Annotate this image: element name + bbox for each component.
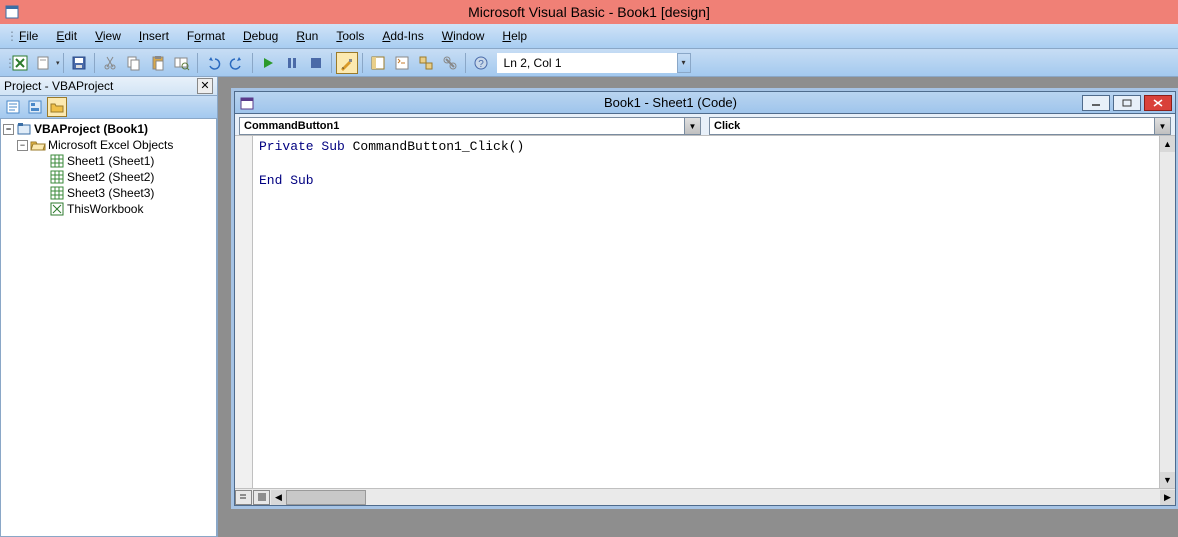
project-explorer-button[interactable] xyxy=(367,52,389,74)
project-tree[interactable]: − VBAProject (Book1) − Microsoft Excel O… xyxy=(0,119,217,537)
full-module-view-button[interactable] xyxy=(253,490,270,505)
tree-item-thisworkbook[interactable]: ThisWorkbook xyxy=(1,201,216,217)
properties-button[interactable] xyxy=(391,52,413,74)
code-window-bottom: ◀ ▶ xyxy=(235,488,1175,505)
redo-button[interactable] xyxy=(226,52,248,74)
object-dropdown[interactable]: CommandButton1 ▼ xyxy=(239,117,701,135)
project-explorer-header: Project - VBAProject ✕ xyxy=(0,77,217,96)
app-title: Microsoft Visual Basic - Book1 [design] xyxy=(24,4,1154,20)
minimize-button[interactable] xyxy=(1082,95,1110,111)
app-icon xyxy=(0,4,24,20)
horizontal-scrollbar[interactable]: ◀ ▶ xyxy=(271,490,1175,505)
menu-format[interactable]: Format xyxy=(178,26,234,46)
cut-button[interactable] xyxy=(99,52,121,74)
menu-addins[interactable]: Add-Ins xyxy=(373,26,432,46)
code-editor[interactable]: Private Sub CommandButton1_Click() End S… xyxy=(235,136,1175,488)
insert-module-button[interactable] xyxy=(33,52,55,74)
code-text[interactable]: Private Sub CommandButton1_Click() End S… xyxy=(253,136,1159,488)
procedure-dropdown[interactable]: Click ▼ xyxy=(709,117,1171,135)
break-button[interactable] xyxy=(281,52,303,74)
toolbar: ⋮ ▾ ? Ln 2, Col 1 ▾ xyxy=(0,49,1178,77)
menu-insert[interactable]: Insert xyxy=(130,26,178,46)
svg-text:?: ? xyxy=(478,59,484,70)
run-button[interactable] xyxy=(257,52,279,74)
copy-button[interactable] xyxy=(123,52,145,74)
undo-button[interactable] xyxy=(202,52,224,74)
tree-item-sheet2[interactable]: Sheet2 (Sheet2) xyxy=(1,169,216,185)
code-window-titlebar[interactable]: Book1 - Sheet1 (Code) xyxy=(235,92,1175,114)
maximize-button[interactable] xyxy=(1113,95,1141,111)
menu-help[interactable]: Help xyxy=(493,26,536,46)
tree-item-sheet1[interactable]: Sheet1 (Sheet1) xyxy=(1,153,216,169)
menu-tools[interactable]: Tools xyxy=(327,26,373,46)
workbook-icon xyxy=(49,201,65,217)
sheet-icon xyxy=(49,185,65,201)
menu-window[interactable]: Window xyxy=(433,26,494,46)
help-button[interactable]: ? xyxy=(470,52,492,74)
collapse-icon[interactable]: − xyxy=(17,140,28,151)
sheet-icon xyxy=(49,153,65,169)
project-explorer-toolbar xyxy=(0,96,217,119)
project-explorer-title: Project - VBAProject xyxy=(4,79,113,93)
find-button[interactable] xyxy=(171,52,193,74)
insert-dropdown-icon[interactable]: ▾ xyxy=(56,59,60,67)
code-window-icon xyxy=(235,95,259,111)
menu-file[interactable]: File xyxy=(10,26,47,46)
toolbox-button[interactable] xyxy=(439,52,461,74)
workspace: Project - VBAProject ✕ − VBAProject (Boo… xyxy=(0,77,1178,537)
paste-button[interactable] xyxy=(147,52,169,74)
view-excel-button[interactable] xyxy=(9,52,31,74)
collapse-icon[interactable]: − xyxy=(3,124,14,135)
scroll-thumb[interactable] xyxy=(286,490,366,505)
code-margin xyxy=(235,136,253,488)
project-icon xyxy=(16,121,32,137)
code-window-title: Book1 - Sheet1 (Code) xyxy=(259,95,1082,110)
scroll-right-icon[interactable]: ▶ xyxy=(1160,490,1175,505)
vertical-scrollbar[interactable]: ▲ ▼ xyxy=(1159,136,1175,488)
window-buttons xyxy=(1082,95,1172,111)
toggle-folders-button[interactable] xyxy=(47,97,67,117)
chevron-down-icon[interactable]: ▼ xyxy=(684,118,700,134)
close-button[interactable] xyxy=(1144,95,1172,111)
menu-debug[interactable]: Debug xyxy=(234,26,287,46)
object-browser-button[interactable] xyxy=(415,52,437,74)
menu-run[interactable]: Run xyxy=(287,26,327,46)
menu-edit[interactable]: Edit xyxy=(47,26,86,46)
code-window: Book1 - Sheet1 (Code) CommandButton1 ▼ C… xyxy=(234,91,1176,506)
project-root[interactable]: − VBAProject (Book1) xyxy=(1,121,216,137)
view-code-button[interactable] xyxy=(3,97,23,117)
save-button[interactable] xyxy=(68,52,90,74)
code-dropdown-bar: CommandButton1 ▼ Click ▼ xyxy=(235,114,1175,136)
project-explorer-close-button[interactable]: ✕ xyxy=(197,78,213,94)
app-titlebar: Microsoft Visual Basic - Book1 [design] xyxy=(0,0,1178,24)
tree-item-sheet3[interactable]: Sheet3 (Sheet3) xyxy=(1,185,216,201)
procedure-view-button[interactable] xyxy=(235,490,252,505)
chevron-down-icon[interactable]: ▼ xyxy=(1154,118,1170,134)
project-folder[interactable]: − Microsoft Excel Objects xyxy=(1,137,216,153)
design-mode-button[interactable] xyxy=(336,52,358,74)
scroll-up-icon[interactable]: ▲ xyxy=(1160,136,1175,152)
menu-view[interactable]: View xyxy=(86,26,130,46)
view-object-button[interactable] xyxy=(25,97,45,117)
menubar: ⋮ File Edit View Insert Format Debug Run… xyxy=(0,24,1178,49)
cursor-position: Ln 2, Col 1 xyxy=(497,53,677,73)
reset-button[interactable] xyxy=(305,52,327,74)
sheet-icon xyxy=(49,169,65,185)
scroll-down-icon[interactable]: ▼ xyxy=(1160,472,1175,488)
scroll-left-icon[interactable]: ◀ xyxy=(271,490,286,505)
mdi-area[interactable]: Book1 - Sheet1 (Code) CommandButton1 ▼ C… xyxy=(218,77,1178,537)
folder-open-icon xyxy=(30,137,46,153)
project-explorer: Project - VBAProject ✕ − VBAProject (Boo… xyxy=(0,77,218,537)
position-dropdown-arrow[interactable]: ▾ xyxy=(677,53,691,73)
